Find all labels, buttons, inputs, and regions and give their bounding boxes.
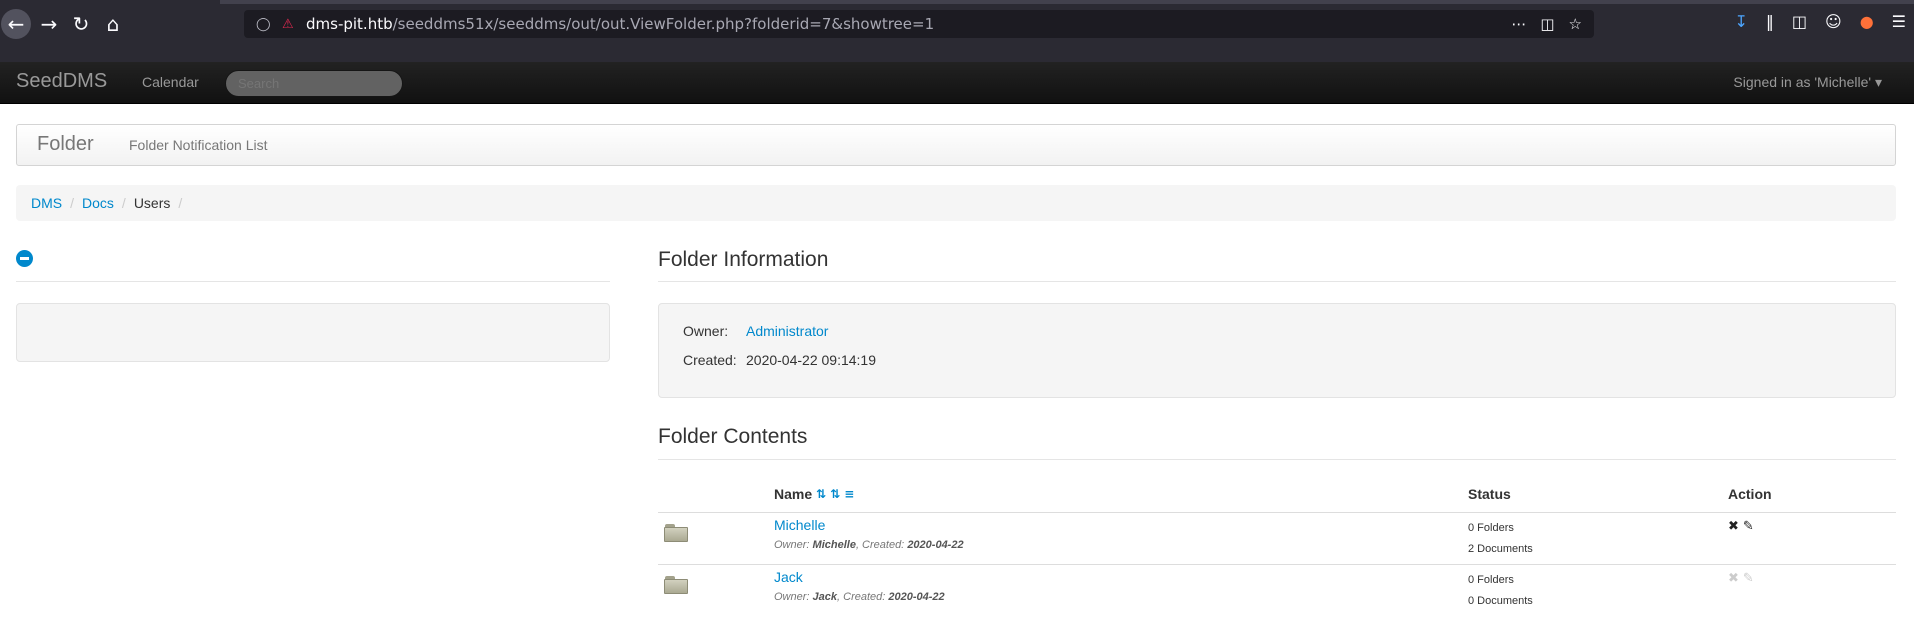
folder-name-link[interactable]: Michelle xyxy=(774,517,825,533)
owner-name: Michelle xyxy=(812,539,856,551)
created-label: , Created: xyxy=(855,539,905,551)
created-row: Created: 2020-04-22 09:14:19 xyxy=(683,352,876,368)
breadcrumb-separator: / xyxy=(178,195,183,211)
insecure-lock-icon[interactable]: ⚠ xyxy=(282,17,298,32)
pocket-icon[interactable]: ◫ xyxy=(1540,15,1554,33)
created-label: Created: xyxy=(683,352,737,368)
folder-info-well: Owner: Administrator Created: 2020-04-22… xyxy=(658,303,1896,398)
browser-right-tools: ↧ ‖ ◫ ☺ ● ☰ xyxy=(1734,12,1906,31)
owner-label: Owner: xyxy=(683,323,729,339)
column-header-status: Status xyxy=(1468,486,1511,502)
row-actions: ✖ ✎ xyxy=(1728,519,1754,534)
folder-meta: Owner: Jack, Created: 2020-04-22 xyxy=(774,591,945,603)
back-arrow-icon[interactable]: ← xyxy=(1,9,31,39)
created-label: , Created: xyxy=(837,591,886,603)
notification-list-link[interactable]: Folder Notification List xyxy=(129,137,268,153)
folders-count: 0 Folders xyxy=(1468,574,1514,586)
delete-icon[interactable]: ✖ xyxy=(1728,519,1739,534)
search-input[interactable] xyxy=(225,70,403,97)
breadcrumb: DMS / Docs / Users / xyxy=(16,185,1896,221)
created-value: 2020-04-22 09:14:19 xyxy=(746,352,876,368)
brand-link[interactable]: SeedDMS xyxy=(16,70,107,93)
edit-icon[interactable]: ✎ xyxy=(1743,519,1754,534)
folder-tree-well xyxy=(16,303,610,362)
documents-count: 0 Documents xyxy=(1468,595,1533,607)
url-host: dms-pit.htb xyxy=(306,15,393,33)
minus-circle-icon[interactable] xyxy=(16,250,33,267)
owner-name: Jack xyxy=(812,591,838,603)
forward-arrow-icon[interactable]: → xyxy=(34,9,64,39)
user-menu[interactable]: Signed in as 'Michelle' ▾ xyxy=(1733,74,1882,91)
account-icon[interactable]: ☺ xyxy=(1825,12,1842,31)
table-row[interactable]: Michelle Owner: Michelle, Created: 2020-… xyxy=(658,513,1896,564)
folder-name-link[interactable]: Jack xyxy=(774,569,803,585)
created-date: 2020-04-22 xyxy=(907,539,964,551)
url-actions: ⋯ ◫ ☆ xyxy=(1511,15,1582,33)
browser-toolbar: ← → ↻ ⌂ ◯ ⚠ dms-pit.htb/seeddms51x/seedd… xyxy=(0,0,1914,62)
app-navbar: SeedDMS Calendar Signed in as 'Michelle'… xyxy=(0,62,1914,104)
breadcrumb-docs[interactable]: Docs xyxy=(82,195,114,211)
breadcrumb-dms[interactable]: DMS xyxy=(31,195,62,211)
name-header-label: Name xyxy=(774,486,813,502)
row-actions: ✖ ✎ xyxy=(1728,571,1754,586)
breadcrumb-separator: / xyxy=(70,195,75,211)
owner-label: Owner: xyxy=(774,539,810,551)
extension-icon[interactable]: ● xyxy=(1860,12,1874,31)
user-menu-label: Signed in as 'Michelle' xyxy=(1733,74,1872,90)
owner-row: Owner: Administrator xyxy=(683,323,828,339)
sort-amount-icon[interactable]: ≡ xyxy=(844,487,854,501)
page-title[interactable]: Folder xyxy=(37,133,94,156)
table-row[interactable]: Jack Owner: Jack, Created: 2020-04-22 0 … xyxy=(658,565,1896,616)
folder-icon[interactable] xyxy=(664,576,688,594)
breadcrumb-current: Users xyxy=(133,195,171,211)
menu-icon[interactable]: ☰ xyxy=(1892,12,1906,31)
created-date: 2020-04-22 xyxy=(888,591,945,603)
owner-link[interactable]: Administrator xyxy=(746,323,828,339)
column-header-name: Name ⇅ ⇅ ≡ xyxy=(774,486,854,502)
folder-icon[interactable] xyxy=(664,524,688,542)
column-header-action: Action xyxy=(1728,486,1772,502)
breadcrumb-separator: / xyxy=(121,195,126,211)
documents-count: 2 Documents xyxy=(1468,543,1533,555)
divider xyxy=(658,459,1896,460)
download-icon[interactable]: ↧ xyxy=(1734,12,1747,31)
url-path: /seeddms51x/seeddms/out/out.ViewFolder.p… xyxy=(392,15,935,33)
bookmark-star-icon[interactable]: ☆ xyxy=(1569,15,1582,33)
home-icon[interactable]: ⌂ xyxy=(98,9,128,39)
folder-meta: Owner: Michelle, Created: 2020-04-22 xyxy=(774,539,964,551)
address-bar[interactable]: ◯ ⚠ dms-pit.htb/seeddms51x/seeddms/out/o… xyxy=(244,10,1594,38)
sort-numeric-icon[interactable]: ⇅ xyxy=(830,487,840,501)
folders-count: 0 Folders xyxy=(1468,522,1514,534)
sort-alpha-icon[interactable]: ⇅ xyxy=(816,487,826,501)
delete-icon: ✖ xyxy=(1728,571,1739,586)
calendar-link[interactable]: Calendar xyxy=(142,74,199,90)
divider xyxy=(658,281,1896,282)
divider xyxy=(16,281,610,282)
folder-info-title: Folder Information xyxy=(658,248,829,271)
page-header: Folder Folder Notification List xyxy=(16,124,1896,166)
tracking-shield-icon[interactable]: ◯ xyxy=(256,17,272,32)
folder-contents-title: Folder Contents xyxy=(658,425,808,448)
reload-icon[interactable]: ↻ xyxy=(66,9,96,39)
more-icon[interactable]: ⋯ xyxy=(1511,15,1526,33)
browser-tab-strip xyxy=(220,0,1914,4)
caret-down-icon: ▾ xyxy=(1874,74,1882,90)
sidebar-icon[interactable]: ◫ xyxy=(1792,12,1807,31)
edit-icon: ✎ xyxy=(1742,571,1754,586)
library-icon[interactable]: ‖ xyxy=(1766,12,1774,31)
owner-label: Owner: xyxy=(774,591,810,603)
